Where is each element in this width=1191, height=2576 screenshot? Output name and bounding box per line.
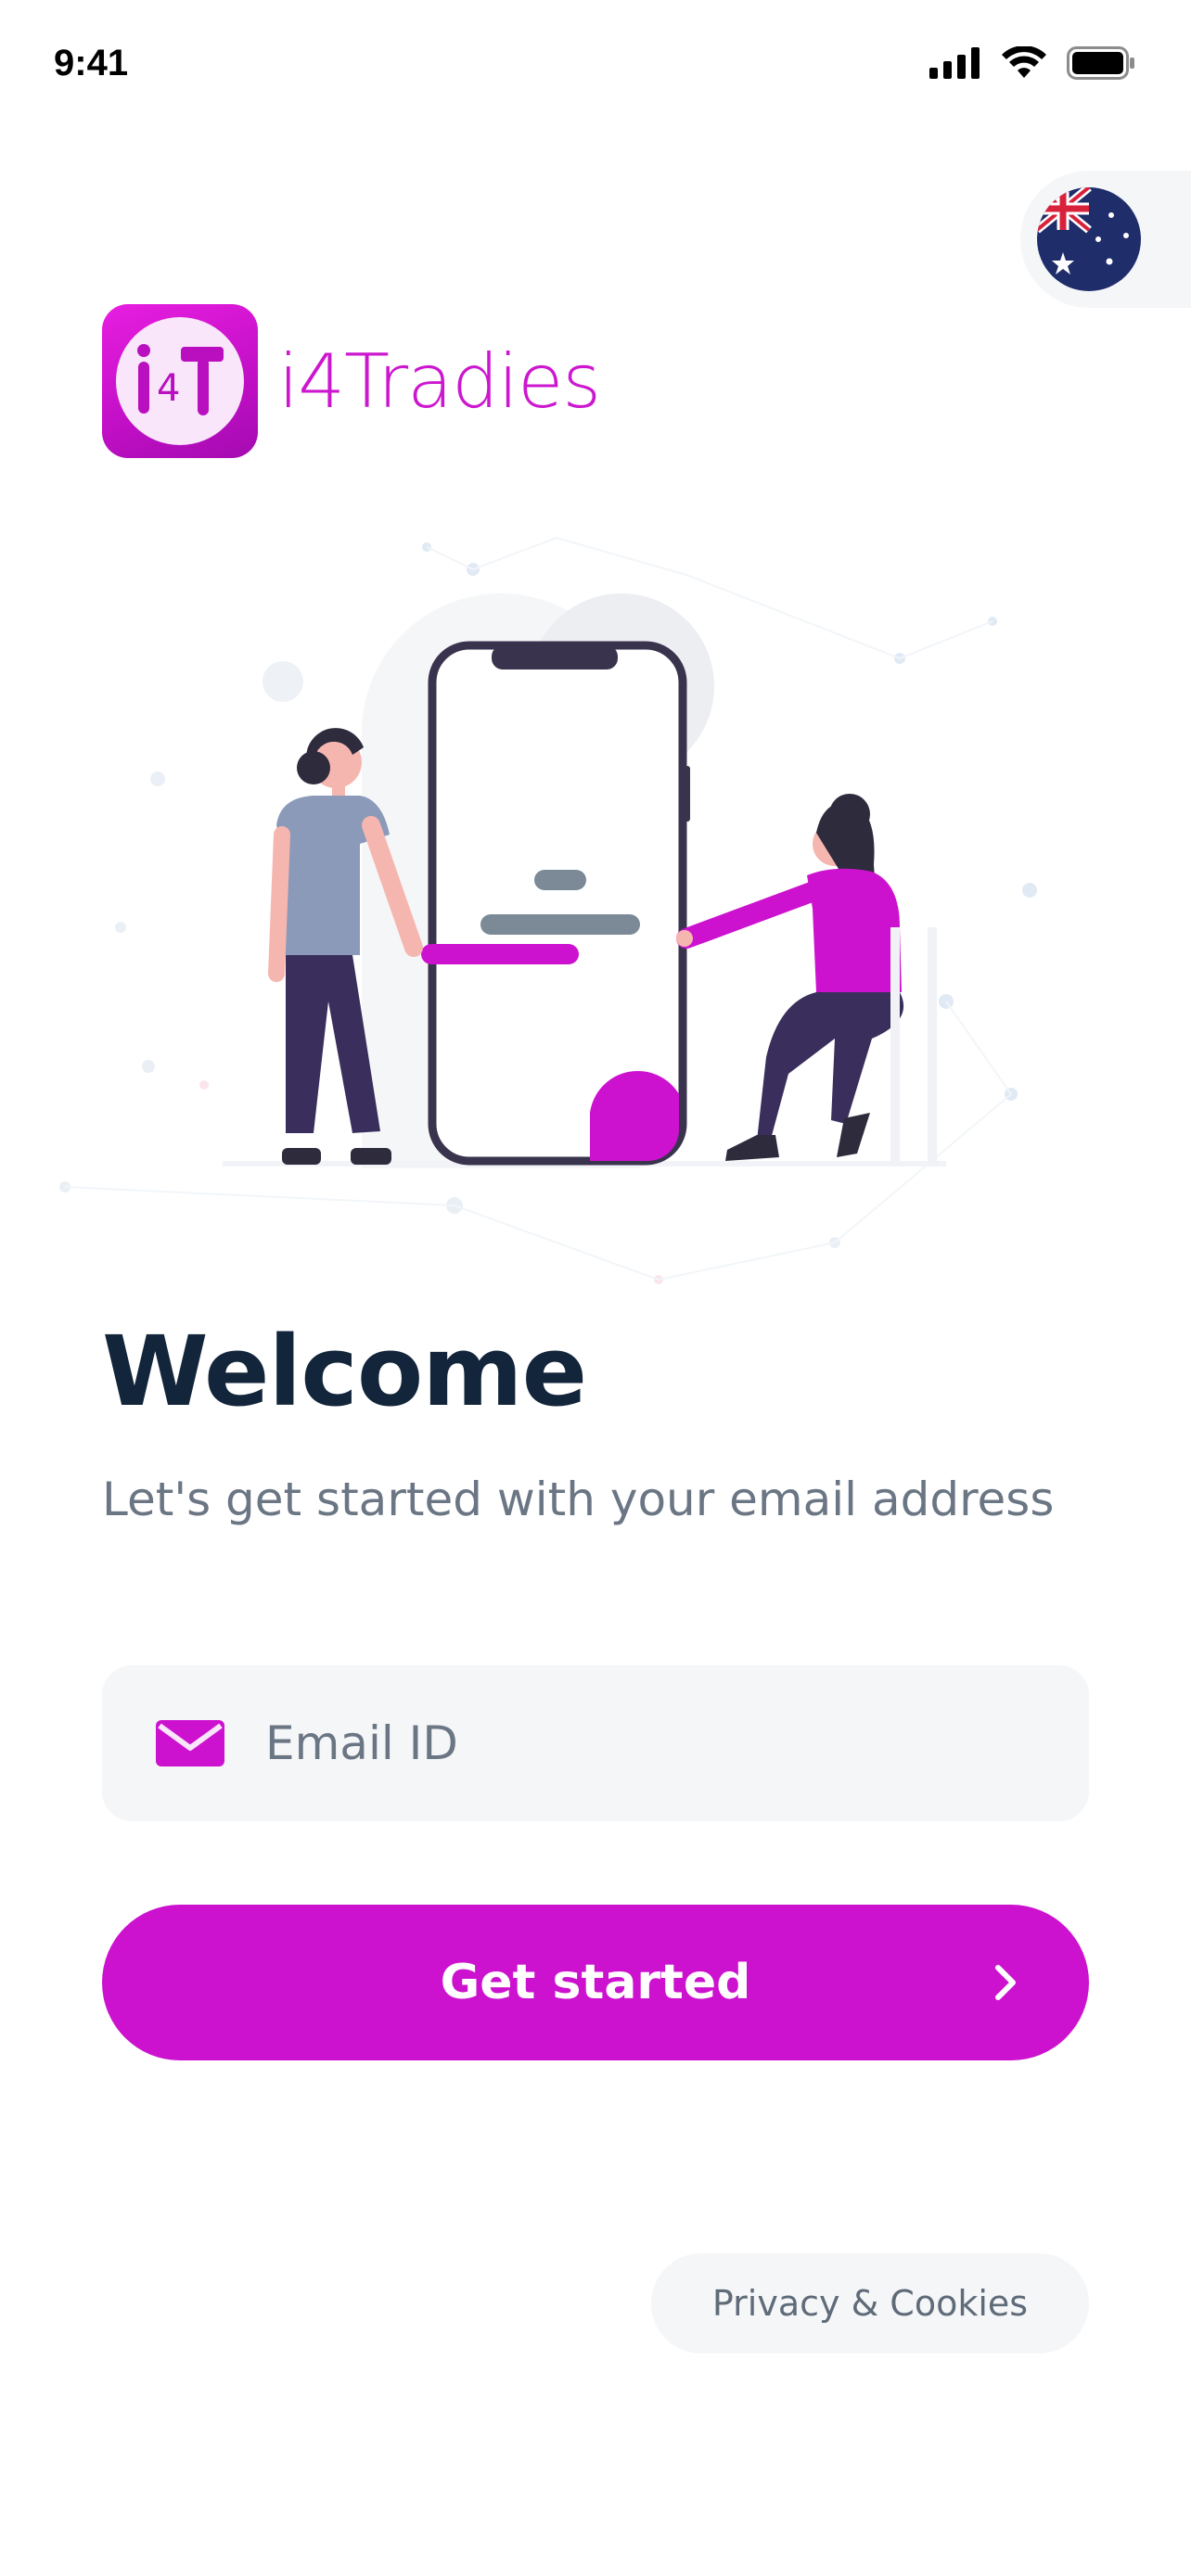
status-bar: 9:41 bbox=[0, 0, 1191, 139]
welcome-title: Welcome bbox=[102, 1315, 587, 1428]
region-selector-button[interactable] bbox=[1020, 171, 1191, 308]
svg-text:4: 4 bbox=[157, 367, 180, 410]
email-input[interactable] bbox=[263, 1715, 1009, 1771]
privacy-cookies-button[interactable]: Privacy & Cookies bbox=[651, 2253, 1089, 2353]
get-started-label: Get started bbox=[440, 1955, 751, 2010]
chevron-right-icon bbox=[995, 1965, 1016, 2000]
welcome-subtitle: Let's get started with your email addres… bbox=[102, 1473, 1055, 1526]
get-started-button[interactable]: Get started bbox=[102, 1905, 1089, 2060]
brand-logo-mark: 4 bbox=[102, 304, 258, 458]
status-time: 9:41 bbox=[54, 43, 129, 83]
brand-logo: 4 i4Tradies bbox=[102, 304, 601, 458]
email-field[interactable] bbox=[102, 1665, 1089, 1821]
status-icons bbox=[929, 46, 1135, 80]
cellular-signal-icon bbox=[929, 47, 980, 79]
brand-name: i4Tradies bbox=[278, 338, 601, 425]
tools-logo-icon: 4 bbox=[137, 344, 224, 415]
wifi-icon bbox=[1002, 46, 1046, 78]
australia-flag-icon bbox=[1037, 187, 1141, 291]
hero-illustration bbox=[59, 536, 1037, 1284]
privacy-cookies-label: Privacy & Cookies bbox=[711, 2283, 1029, 2324]
mail-icon bbox=[156, 1720, 224, 1766]
battery-icon bbox=[1067, 46, 1134, 80]
